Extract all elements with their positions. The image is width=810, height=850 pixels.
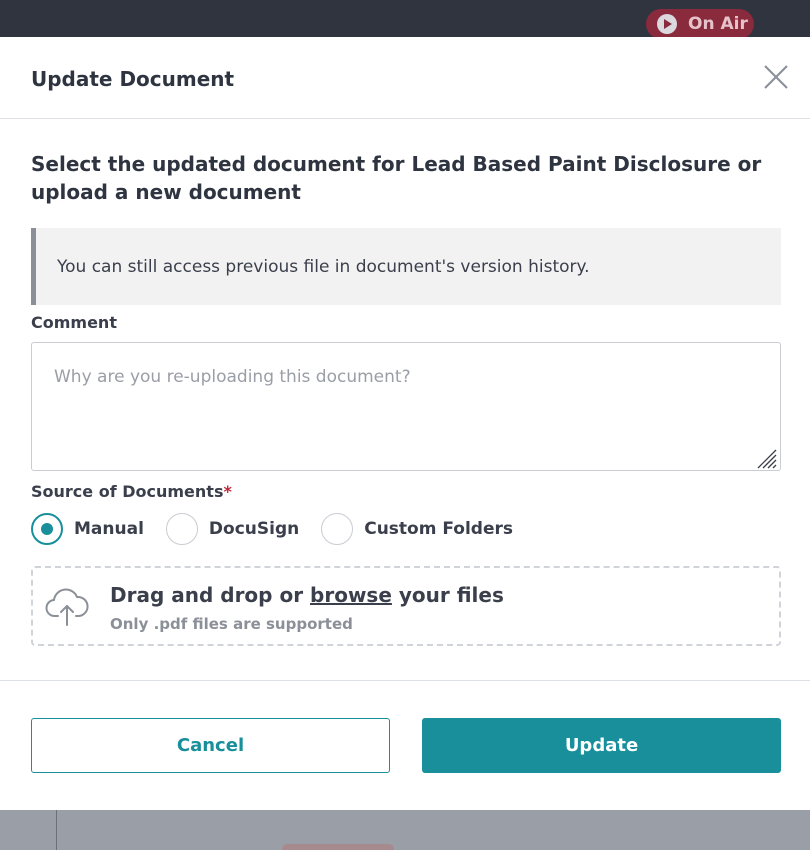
close-button[interactable] — [760, 61, 792, 93]
footer-divider — [0, 680, 810, 681]
modal-title: Update Document — [31, 67, 235, 91]
radio-custom-folders-label: Custom Folders — [364, 519, 513, 539]
comment-textarea[interactable] — [31, 342, 781, 471]
browse-link[interactable]: browse — [310, 583, 392, 607]
play-icon — [657, 14, 677, 34]
on-air-badge[interactable]: On Air — [646, 9, 754, 39]
close-icon — [764, 65, 788, 89]
radio-manual[interactable]: Manual — [31, 513, 166, 545]
background-badge — [282, 844, 394, 850]
radio-docusign-circle[interactable] — [165, 513, 198, 545]
source-of-documents-label: Source of Documents* — [31, 482, 232, 501]
radio-docusign-label: DocuSign — [208, 519, 300, 539]
on-air-label: On Air — [688, 14, 748, 34]
file-dropzone[interactable]: Drag and drop or browse your files Only … — [31, 566, 781, 646]
notice-text: You can still access previous file in do… — [57, 256, 590, 277]
radio-manual-label: Manual — [74, 519, 144, 539]
dropzone-hint: Only .pdf files are supported — [110, 615, 353, 633]
cloud-upload-icon — [45, 588, 89, 626]
radio-custom-folders-circle[interactable] — [321, 513, 354, 545]
source-label-text: Source of Documents — [31, 482, 224, 501]
version-history-notice: You can still access previous file in do… — [31, 228, 781, 305]
resize-handle-icon[interactable] — [755, 447, 777, 469]
radio-docusign[interactable]: DocuSign — [165, 513, 321, 545]
source-radio-group: Manual DocuSign Custom Folders — [31, 512, 513, 546]
background-divider — [56, 810, 57, 850]
update-document-modal: Update Document Select the updated docum… — [0, 37, 810, 810]
cancel-button[interactable]: Cancel — [31, 718, 390, 773]
dropzone-text-after: your files — [391, 583, 504, 607]
dropzone-text-before: Drag and drop or — [110, 583, 311, 607]
dropzone-instructions: Drag and drop or browse your files — [110, 583, 504, 607]
required-asterisk: * — [223, 482, 232, 501]
modal-header: Update Document — [0, 37, 810, 119]
comment-label: Comment — [31, 313, 117, 332]
radio-manual-circle[interactable] — [31, 513, 63, 545]
radio-custom-folders[interactable]: Custom Folders — [321, 513, 513, 545]
update-button[interactable]: Update — [422, 718, 781, 773]
modal-heading: Select the updated document for Lead Bas… — [31, 152, 762, 204]
